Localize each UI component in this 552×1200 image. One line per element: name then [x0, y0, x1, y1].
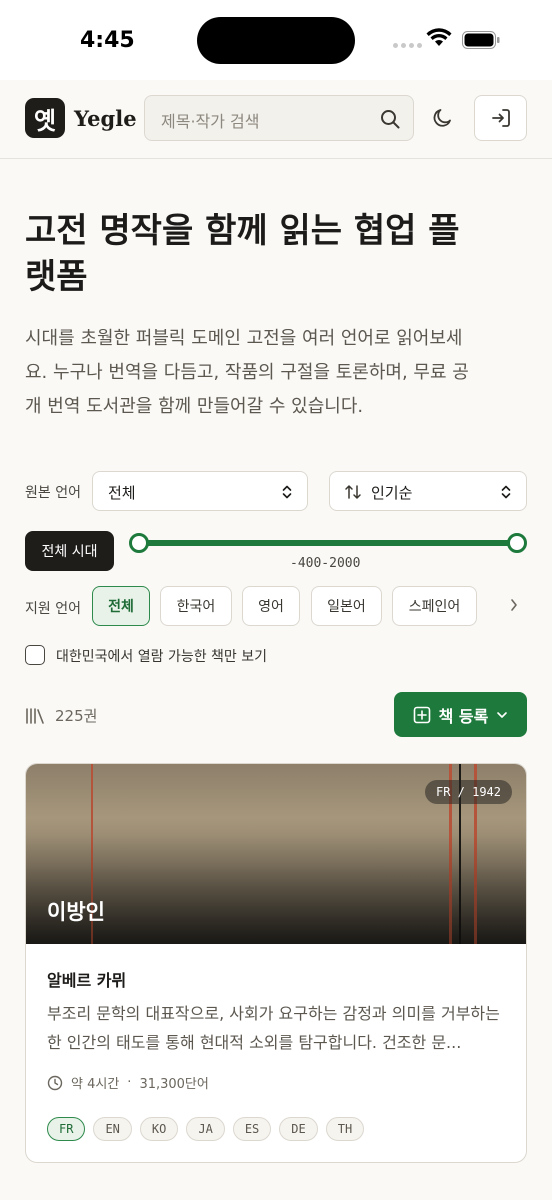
battery-icon [462, 31, 500, 49]
status-time: 4:45 [80, 28, 135, 53]
source-language-label: 원본 언어 [25, 485, 81, 501]
era-all-button[interactable]: 전체 시대 [25, 531, 114, 571]
login-icon [491, 109, 510, 127]
book-cover[interactable]: FR / 1942 이방인 [26, 764, 526, 944]
era-slider-track[interactable] [139, 540, 517, 546]
clock-icon [47, 1075, 63, 1090]
language-tag-fr: FR [47, 1117, 86, 1141]
chevron-updown-icon [501, 485, 511, 499]
search-placeholder: 제목·작가 검색 [161, 112, 260, 131]
sort-icon [345, 485, 361, 499]
language-tag-ja: JA [186, 1117, 225, 1141]
era-range-value: -400-2000 [290, 556, 361, 571]
app-header: 옛 Yegle 제목·작가 검색 [0, 80, 552, 159]
read-time: 약 4시간 [71, 1077, 120, 1092]
status-bar: 4:45 [0, 0, 552, 80]
book-title[interactable]: 이방인 [47, 896, 105, 926]
chevron-right-icon[interactable] [509, 597, 519, 613]
source-language-select[interactable]: 전체 [92, 471, 308, 511]
language-tag-es: ES [232, 1117, 272, 1141]
book-author: 알베르 카뮈 [47, 971, 127, 990]
book-count-text: 225권 [55, 707, 98, 725]
korea-available-label[interactable]: 대한민국에서 열람 가능한 책만 보기 [56, 646, 267, 666]
supported-language-label: 지원 언어 [25, 601, 81, 617]
book-description: 부조리 문학의 대표작으로, 사회가 요구하는 감정과 의미를 거부하는 한 인… [47, 1004, 500, 1052]
book-languages: FR EN KO JA ES DE TH [47, 1117, 365, 1141]
hero-description: 시대를 초월한 퍼블릭 도메인 고전을 여러 언어로 읽어보세요. 누구나 번역… [25, 328, 469, 417]
chevron-down-icon [497, 711, 508, 718]
language-chip-spanish[interactable]: 스페인어 [392, 586, 477, 626]
chevron-updown-icon [282, 485, 292, 499]
library-icon [26, 707, 44, 724]
language-tag-en: EN [93, 1117, 132, 1141]
logo-mark[interactable]: 옛 [25, 98, 65, 138]
book-count: 225권 [25, 705, 97, 726]
language-tag-th: TH [325, 1117, 365, 1141]
search-icon[interactable] [379, 108, 401, 130]
language-tag-de: DE [279, 1117, 318, 1141]
word-count: 31,300단어 [139, 1077, 209, 1092]
search-input[interactable]: 제목·작가 검색 [144, 95, 414, 141]
wifi-icon [426, 28, 452, 46]
source-language-value: 전체 [108, 484, 136, 502]
era-slider-max-handle[interactable] [507, 533, 527, 553]
book-meta: 약 4시간 · 31,300단어 [47, 1073, 209, 1092]
book-card[interactable]: FR / 1942 이방인 알베르 카뮈 부조리 문학의 대표작으로, 사회가 … [25, 763, 527, 1163]
login-button[interactable] [474, 95, 527, 141]
language-chip-all[interactable]: 전체 [92, 586, 150, 626]
signal-dots-icon [393, 43, 422, 48]
korea-available-checkbox[interactable] [25, 645, 45, 665]
sort-value: 인기순 [371, 484, 413, 502]
moon-icon[interactable] [432, 107, 454, 129]
origin-year-badge: FR / 1942 [424, 780, 512, 804]
register-book-button[interactable]: 책 등록 [394, 692, 527, 737]
sort-select[interactable]: 인기순 [329, 471, 527, 511]
register-book-label: 책 등록 [438, 706, 489, 726]
language-chip-japanese[interactable]: 일본어 [311, 586, 382, 626]
language-tag-ko: KO [139, 1117, 179, 1141]
language-chip-english[interactable]: 영어 [242, 586, 300, 626]
hero-title: 고전 명작을 함께 읽는 협업 플랫폼 [25, 211, 460, 297]
meta-separator: · [127, 1075, 132, 1090]
dynamic-island [197, 17, 355, 64]
era-slider-min-handle[interactable] [129, 533, 149, 553]
language-chip-korean[interactable]: 한국어 [160, 586, 232, 626]
app-name[interactable]: Yegle [74, 106, 137, 131]
plus-square-icon [413, 706, 430, 723]
